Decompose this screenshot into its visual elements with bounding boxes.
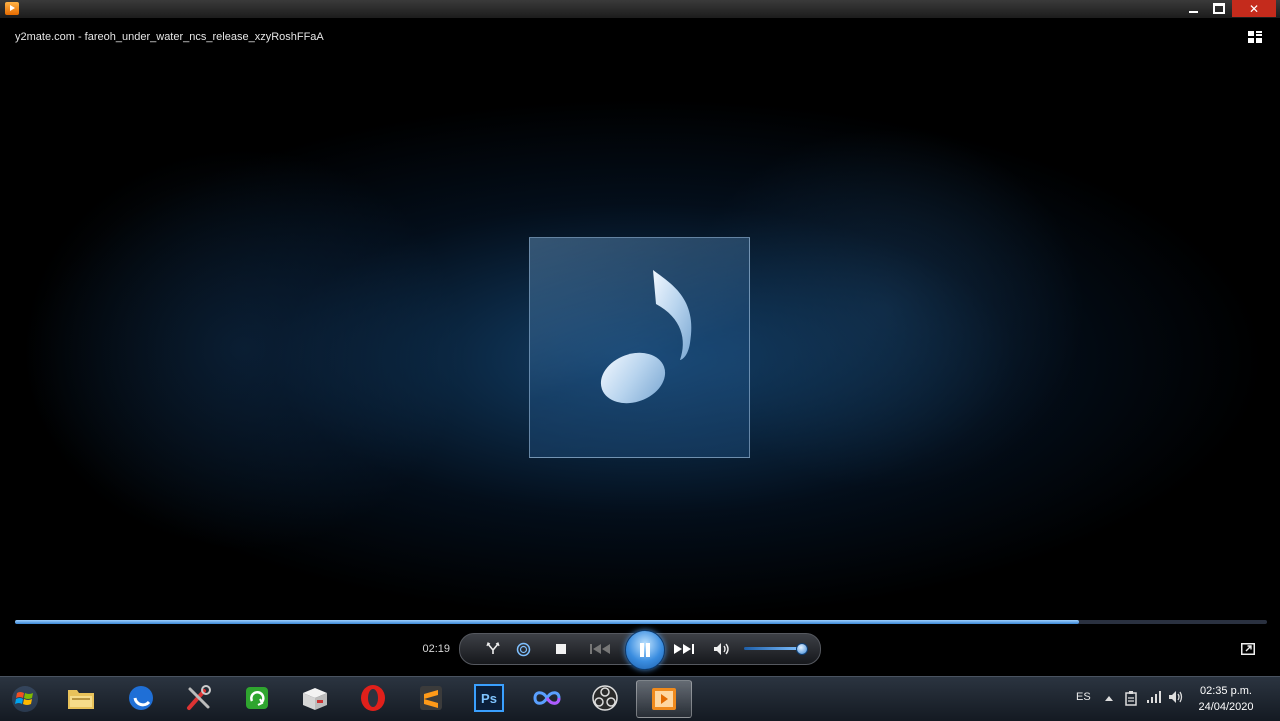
close-button[interactable]: ✕ bbox=[1232, 0, 1276, 17]
volume-thumb[interactable] bbox=[796, 643, 808, 655]
media-player-icon bbox=[652, 688, 676, 710]
windows-logo-icon bbox=[12, 686, 38, 712]
title-bar: ✕ bbox=[0, 0, 1280, 19]
taskbar-opera[interactable] bbox=[346, 680, 400, 716]
next-icon bbox=[674, 644, 694, 654]
elapsed-time: 02:19 bbox=[422, 643, 450, 655]
music-note-icon bbox=[600, 263, 692, 404]
folder-icon bbox=[68, 690, 94, 709]
language-indicator[interactable]: ES bbox=[1076, 691, 1091, 703]
recycle-icon bbox=[246, 687, 268, 709]
taskbar-browser[interactable] bbox=[114, 680, 168, 716]
previous-icon bbox=[590, 644, 610, 654]
album-art bbox=[529, 237, 750, 458]
shuffle-button[interactable] bbox=[484, 640, 502, 658]
opera-icon bbox=[361, 685, 385, 711]
volume-level bbox=[744, 647, 801, 650]
previous-button[interactable] bbox=[588, 641, 612, 657]
action-center-icon[interactable] bbox=[1124, 690, 1138, 706]
now-playing-area[interactable]: y2mate.com - fareoh_under_water_ncs_rele… bbox=[4, 19, 1275, 675]
media-title: y2mate.com - fareoh_under_water_ncs_rele… bbox=[15, 31, 324, 43]
taskbar: Ps ES 02:35 p.m. 24/04/2020 bbox=[0, 676, 1280, 721]
speaker-icon bbox=[714, 643, 729, 655]
mute-button[interactable] bbox=[712, 640, 732, 658]
next-button[interactable] bbox=[672, 641, 696, 657]
pause-button[interactable] bbox=[625, 630, 665, 670]
maximize-button[interactable] bbox=[1206, 0, 1232, 17]
fullscreen-icon[interactable] bbox=[1241, 643, 1255, 655]
stop-icon bbox=[556, 644, 566, 654]
repeat-button[interactable] bbox=[514, 640, 532, 658]
seek-progress bbox=[15, 620, 1080, 624]
taskbar-refresh-app[interactable] bbox=[230, 680, 284, 716]
close-icon: ✕ bbox=[1248, 1, 1260, 16]
infinity-icon bbox=[533, 691, 561, 705]
volume-tray-icon[interactable] bbox=[1168, 690, 1184, 704]
minimize-button[interactable] bbox=[1180, 0, 1206, 17]
obs-icon bbox=[592, 685, 618, 711]
switch-to-library-icon[interactable] bbox=[1248, 31, 1262, 43]
pause-icon bbox=[640, 643, 650, 657]
clock-time[interactable]: 02:35 p.m. bbox=[1194, 685, 1258, 697]
taskbar-file-explorer[interactable] bbox=[54, 680, 108, 716]
taskbar-photoshop[interactable]: Ps bbox=[462, 680, 516, 716]
taskbar-obs[interactable] bbox=[578, 680, 632, 716]
repeat-icon bbox=[516, 642, 530, 656]
taskbar-tools[interactable] bbox=[172, 680, 226, 716]
taskbar-infinity-app[interactable] bbox=[520, 680, 574, 716]
minimize-icon bbox=[1188, 10, 1198, 13]
clock-date[interactable]: 24/04/2020 bbox=[1194, 701, 1258, 713]
globe-icon bbox=[129, 686, 153, 710]
box-icon bbox=[303, 688, 327, 710]
seek-bar[interactable] bbox=[15, 620, 1267, 624]
taskbar-media-player[interactable] bbox=[636, 680, 692, 718]
playback-controls bbox=[459, 630, 821, 670]
network-icon[interactable] bbox=[1146, 690, 1162, 704]
media-player-app-icon[interactable] bbox=[5, 2, 19, 15]
stop-button[interactable] bbox=[554, 642, 568, 656]
start-button[interactable] bbox=[6, 681, 44, 717]
photoshop-icon: Ps bbox=[474, 684, 504, 712]
maximize-icon bbox=[1213, 3, 1225, 14]
taskbar-sublime-text[interactable] bbox=[404, 680, 458, 716]
show-hidden-icons-icon[interactable] bbox=[1104, 694, 1114, 702]
tools-icon bbox=[187, 685, 211, 710]
taskbar-box-app[interactable] bbox=[288, 680, 342, 716]
sublime-icon bbox=[420, 686, 442, 710]
volume-slider[interactable] bbox=[744, 643, 808, 655]
shuffle-icon bbox=[486, 642, 500, 654]
